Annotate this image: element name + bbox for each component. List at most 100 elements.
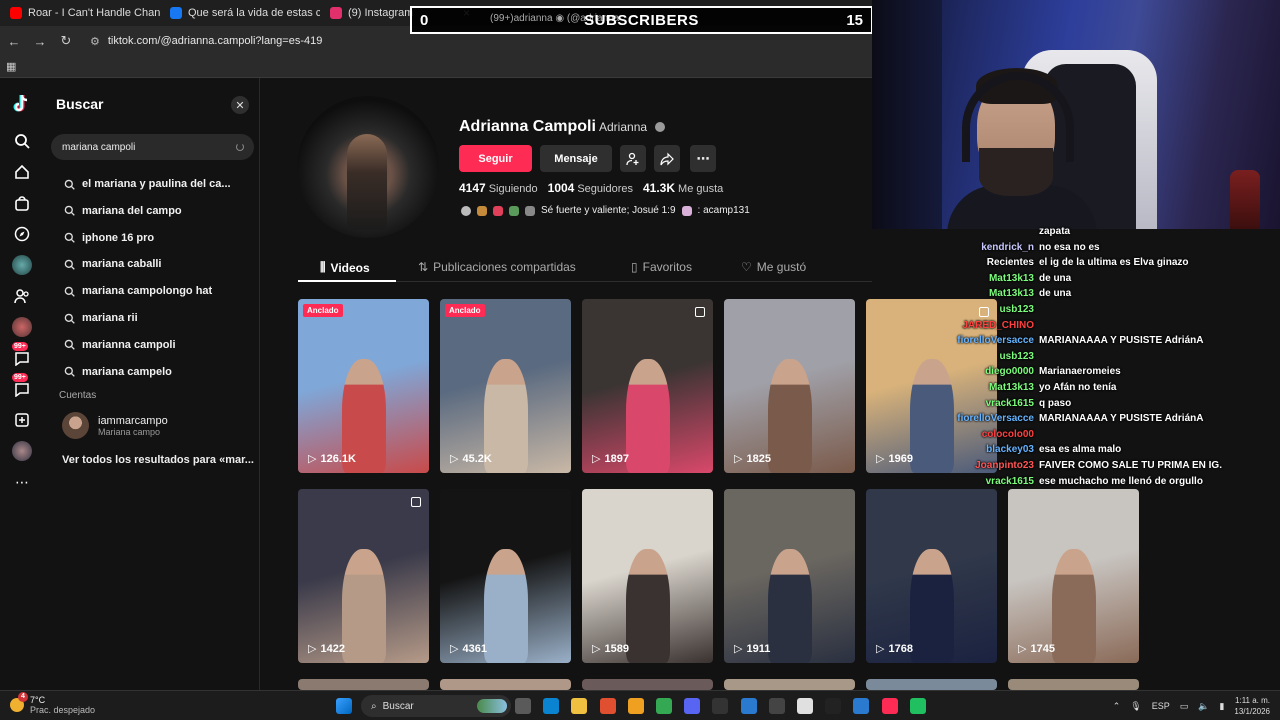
play-icon: ▷ [308, 453, 317, 465]
search-suggestion[interactable]: mariana del campo [64, 205, 182, 217]
browser-tab[interactable]: Que será la vida de estas chamo× [160, 0, 320, 26]
chat-username: colocolo00 [981, 428, 1034, 440]
photo-carousel-icon [411, 497, 421, 507]
search-suggestion[interactable]: mariana campelo [64, 366, 172, 378]
heart-icon: ♡ [741, 260, 752, 274]
live-avatar-icon[interactable] [12, 317, 32, 337]
video-thumbnail[interactable] [866, 679, 997, 690]
search-suggestion[interactable]: mariana campolongo hat [64, 285, 212, 297]
apps-icon[interactable]: ▦ [6, 60, 16, 73]
video-thumbnail[interactable]: ▷ 4361 [440, 489, 571, 663]
following-label[interactable]: Siguiendo [489, 183, 538, 195]
taskbar-app-icon[interactable] [515, 698, 531, 714]
taskbar-app-icon[interactable] [712, 698, 729, 714]
search-input[interactable]: mariana campoli [51, 134, 254, 160]
tiktok-logo-icon[interactable] [12, 94, 32, 114]
language-indicator[interactable]: ESP [1152, 701, 1170, 711]
message-button[interactable]: Mensaje [540, 145, 612, 172]
tab-videos[interactable]: ⫼ Videos [320, 260, 370, 275]
video-thumbnail[interactable]: ▷ 1825 [724, 299, 855, 473]
tab-reposts[interactable]: ⇅ Publicaciones compartidas [418, 260, 576, 274]
video-thumbnail[interactable] [298, 679, 429, 690]
video-thumbnail[interactable]: Anclado ▷ 45.2K [440, 299, 571, 473]
explore-icon[interactable] [12, 224, 32, 244]
subscribers-goal: 15 [846, 12, 863, 29]
video-thumbnail[interactable] [724, 679, 855, 690]
messages-icon[interactable]: 99+ [12, 373, 32, 399]
video-thumbnail[interactable]: ▷ 1897 [582, 299, 713, 473]
suggestion-text: marianna campoli [82, 338, 176, 351]
followers-label[interactable]: Seguidores [577, 183, 633, 195]
battery-icon[interactable]: ▮ [1219, 701, 1224, 712]
chat-username: blackey03 [986, 444, 1034, 456]
weather-widget[interactable]: 4 7°C Prac. despejado [10, 692, 95, 715]
taskbar-app-icon[interactable] [768, 698, 785, 714]
reload-icon[interactable]: ↻ [58, 33, 74, 49]
site-info-icon[interactable]: ⚙ [90, 35, 100, 48]
video-thumbnail[interactable] [582, 679, 713, 690]
taskbar-app-icon[interactable] [881, 698, 898, 714]
video-thumbnail[interactable]: ▷ 1422 [298, 489, 429, 663]
share-button[interactable] [654, 145, 680, 172]
emoji-icon [681, 205, 692, 216]
taskbar-app-icon[interactable] [571, 698, 588, 714]
search-suggestion[interactable]: mariana rii [64, 312, 138, 324]
taskbar-app-icon[interactable] [656, 698, 672, 714]
video-thumbnail[interactable]: ▷ 1911 [724, 489, 855, 663]
search-suggestion[interactable]: marianna campoli [64, 339, 176, 351]
taskbar-app-icon[interactable] [599, 698, 616, 714]
home-icon[interactable] [12, 162, 32, 182]
account-result[interactable]: iammarcampo Mariana campo [62, 412, 168, 439]
network-icon[interactable]: ▭ [1180, 701, 1189, 712]
taskbar-app-icon[interactable] [543, 698, 560, 714]
see-all-results-link[interactable]: Ver todos los resultados para «mar... [62, 454, 254, 466]
forward-icon[interactable]: → [32, 34, 48, 49]
left-rail: 99+ 99+ ⋯ [0, 78, 44, 690]
chat-username: fiorelloVersacce [957, 335, 1034, 347]
search-icon[interactable] [12, 131, 32, 151]
play-icon: ▷ [450, 643, 459, 655]
play-icon: ▷ [876, 453, 885, 465]
clock[interactable]: 1:11 a. m. 13/1/2026 [1234, 695, 1270, 717]
close-icon[interactable]: ✕ [231, 96, 249, 114]
upload-icon[interactable] [12, 410, 32, 430]
activity-icon[interactable]: 99+ [12, 342, 32, 368]
back-icon[interactable]: ← [6, 34, 22, 49]
taskbar-app-icon[interactable] [740, 698, 757, 714]
friends-icon[interactable] [12, 286, 32, 306]
taskbar-app-icon[interactable] [797, 698, 813, 714]
following-avatar-icon[interactable] [12, 255, 32, 275]
shop-icon[interactable] [12, 193, 32, 213]
search-suggestion[interactable]: mariana caballi [64, 258, 162, 270]
taskbar-app-icon[interactable] [627, 698, 644, 714]
tab-favorites[interactable]: ▯ Favoritos [631, 260, 692, 274]
video-thumbnail[interactable] [1008, 679, 1139, 690]
url-field[interactable]: ⚙ tiktok.com/@adrianna.campoli?lang=es-4… [84, 30, 322, 52]
start-icon[interactable] [336, 698, 352, 714]
taskbar-app-icon[interactable] [909, 698, 926, 714]
taskbar-app-icon[interactable] [853, 698, 870, 714]
follow-button[interactable]: Seguir [459, 145, 532, 172]
more-icon[interactable]: ⋯ [12, 472, 32, 492]
taskbar-app-icon[interactable] [684, 698, 701, 714]
video-thumbnail[interactable]: Anclado ▷ 126.1K [298, 299, 429, 473]
favicon-icon [330, 7, 342, 19]
profile-avatar[interactable] [297, 96, 439, 238]
browser-tab[interactable]: Roar - I Can't Handle Change ·× [0, 0, 160, 26]
taskbar-app-icon[interactable] [825, 698, 842, 714]
bookmarks-bar: ▦ [0, 56, 872, 78]
video-thumbnail[interactable]: ▷ 1589 [582, 489, 713, 663]
microphone-icon[interactable]: 🎙 [1130, 701, 1141, 712]
search-suggestion[interactable]: el mariana y paulina del ca... [64, 178, 231, 190]
more-options-button[interactable]: ⋯ [690, 145, 716, 172]
add-friend-button[interactable] [620, 145, 646, 172]
video-thumbnail[interactable] [440, 679, 571, 690]
volume-icon[interactable]: 🔈 [1198, 701, 1209, 712]
video-thumbnail[interactable]: ▷ 1768 [866, 489, 997, 663]
video-thumbnail[interactable]: ▷ 1745 [1008, 489, 1139, 663]
taskbar-search[interactable]: ⌕ Buscar [361, 695, 511, 717]
search-suggestion[interactable]: iphone 16 pro [64, 232, 154, 244]
tab-liked[interactable]: ♡ Me gustó [741, 260, 806, 274]
chevron-up-icon[interactable]: ⌃ [1113, 701, 1121, 712]
profile-avatar-icon[interactable] [12, 441, 32, 461]
